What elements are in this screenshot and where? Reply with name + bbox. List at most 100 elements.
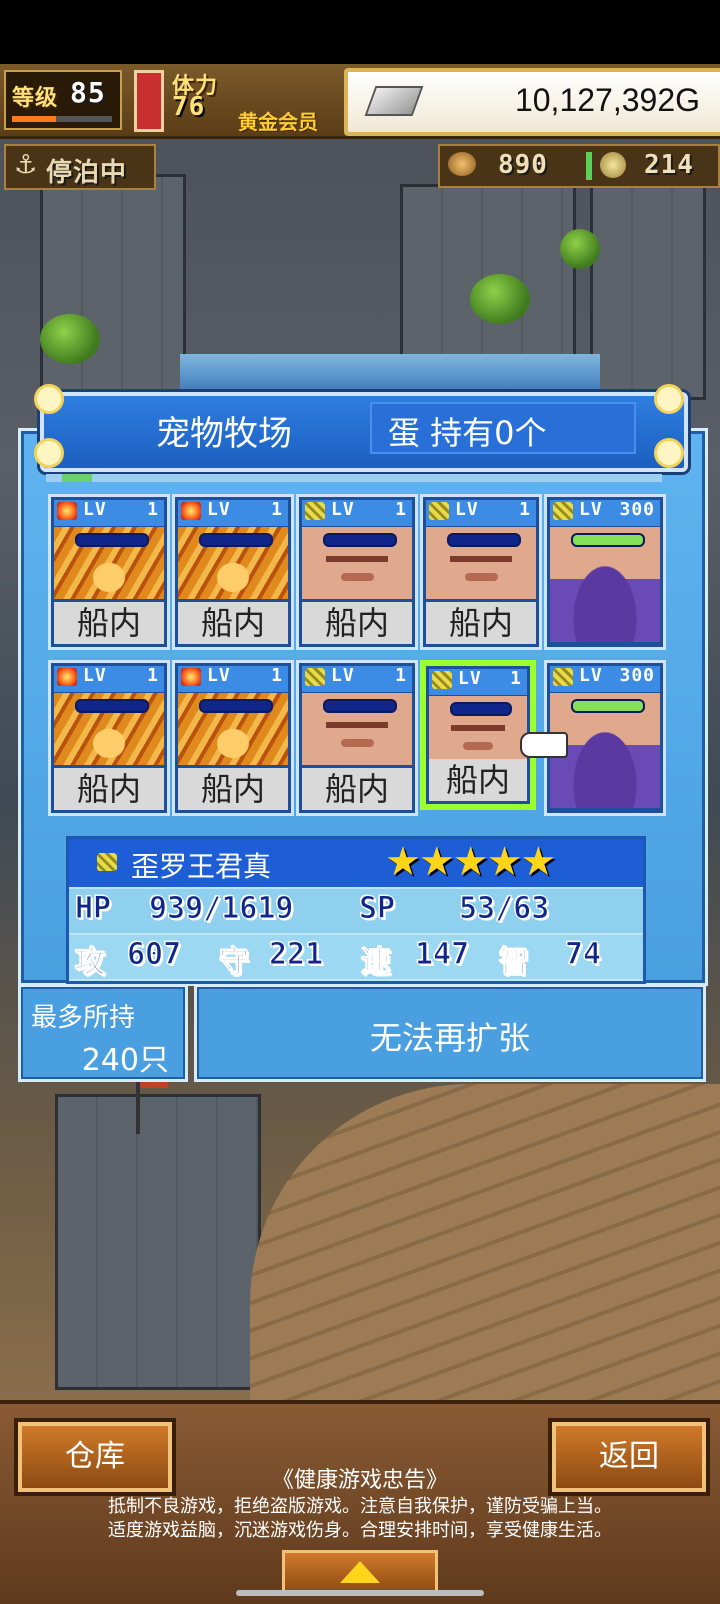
scroll-track[interactable] — [46, 474, 662, 482]
pet-slot[interactable]: LV 1 船内 — [296, 660, 418, 816]
sp-value: 53/63 — [458, 891, 550, 927]
int-label: 智 — [499, 945, 530, 981]
bush — [560, 229, 600, 269]
home-indicator — [236, 1590, 484, 1596]
fire-element-icon — [57, 668, 77, 686]
hp-sp-row: HP 939/1619 SP 53/63 — [69, 889, 643, 933]
spd-value: 147 — [414, 937, 470, 973]
panel-title: 宠物牧场 — [156, 414, 292, 454]
castle-tower — [55, 1094, 261, 1390]
pet-exp-bar — [450, 702, 512, 716]
rarity-stars: ★★★★★ — [385, 839, 556, 885]
health-notice-line2: 适度游戏益脑，沉迷游戏伤身。合理安排时间，享受健康生活。 — [108, 1520, 612, 1541]
health-notice-line1: 抵制不良游戏，拒绝盗版游戏。注意自我保护，谨防受骗上当。 — [108, 1496, 612, 1517]
resource-bar: 890 214 — [438, 144, 720, 188]
health-notice-title: 《健康游戏忠告》 — [271, 1468, 448, 1493]
top-hud: 等级 85 体力 76 黄金会员 10,127,392G — [0, 64, 720, 139]
silver-bar-icon — [364, 86, 424, 116]
moat-water — [180, 354, 600, 394]
status-text: 停泊中 — [46, 158, 128, 188]
pet-slot[interactable]: LV 1 船内 — [48, 494, 170, 650]
pet-stats-panel: 歪罗王君真 ★★★★★ HP 939/1619 SP 53/63 攻 607 守… — [66, 836, 646, 984]
pet-level-label: LV — [331, 665, 355, 686]
corner-ornament — [654, 384, 684, 414]
exp-bar-fill — [12, 116, 56, 122]
pet-name-row: 歪罗王君真 ★★★★★ — [69, 839, 643, 887]
egg-count: 蛋 持有0个 — [388, 414, 547, 452]
anchor-icon: ⚓ — [14, 150, 38, 180]
pet-level-value: 300 — [619, 499, 655, 520]
def-value: 221 — [268, 937, 324, 973]
pet-level-label: LV — [455, 499, 479, 520]
pet-exp-bar — [571, 533, 645, 547]
pet-level-label: LV — [458, 668, 482, 689]
pet-level-value: 1 — [271, 665, 283, 686]
expand-button-label: 无法再扩张 — [369, 1019, 530, 1057]
expand-button[interactable]: 无法再扩张 — [194, 984, 706, 1082]
pet-location: 船内 — [54, 602, 164, 644]
panel-titlebar: 宠物牧场 蛋 持有0个 — [40, 392, 688, 472]
pet-exp-bar — [323, 533, 397, 547]
pet-level-value: 1 — [519, 499, 531, 520]
max-capacity-label: 最多所持 — [31, 1003, 136, 1033]
atk-label: 攻 — [75, 945, 106, 981]
pet-level-value: 300 — [619, 665, 655, 686]
castle-tower — [590, 154, 706, 400]
pet-slot[interactable]: LV 1 船内 — [420, 660, 536, 810]
max-capacity-box: 最多所持 240只 — [18, 984, 188, 1082]
separator — [586, 152, 592, 180]
exp-bar — [12, 116, 112, 122]
up-arrow-icon — [340, 1561, 380, 1583]
castle-tower — [40, 174, 186, 400]
pet-name: 歪罗王君真 — [131, 850, 272, 883]
pet-exp-bar — [75, 533, 149, 547]
resource1-value: 890 — [498, 150, 548, 180]
earth-element-icon — [432, 671, 452, 689]
stamina-value: 76 — [172, 92, 206, 122]
coin-icon — [600, 152, 626, 178]
expand-menu-button[interactable] — [282, 1550, 438, 1593]
level-box: 等级 85 — [4, 70, 122, 130]
pet-level-value: 1 — [271, 499, 283, 520]
pet-location: 船内 — [54, 768, 164, 810]
gold-amount: 10,127,392G — [514, 82, 700, 118]
pet-location: 船内 — [178, 768, 288, 810]
pet-level-label: LV — [83, 665, 107, 686]
corner-ornament — [34, 438, 64, 468]
membership-label: 黄金会员 — [238, 110, 318, 134]
pet-slot[interactable]: LV 1 船内 — [172, 494, 294, 650]
pet-location: 船内 — [178, 602, 288, 644]
scroll-thumb[interactable] — [62, 474, 92, 482]
pet-slot[interactable]: LV 1 船内 — [420, 494, 542, 650]
pet-level-label: LV — [207, 665, 231, 686]
resource2-value: 214 — [644, 150, 694, 180]
pet-level-value: 1 — [395, 665, 407, 686]
pet-level-label: LV — [207, 499, 231, 520]
earth-element-icon — [97, 853, 117, 871]
egg-count-box: 蛋 持有0个 — [370, 402, 636, 454]
fire-element-icon — [57, 502, 77, 520]
stamina-gauge — [134, 70, 164, 132]
pet-level-label: LV — [83, 499, 107, 520]
pet-location: 船内 — [302, 602, 412, 644]
hp-value: 939/1619 — [149, 891, 294, 927]
pointer-hand-icon — [520, 732, 568, 758]
atk-value: 607 — [126, 937, 182, 973]
earth-element-icon — [305, 502, 325, 520]
pet-slot[interactable]: LV 300 — [544, 494, 666, 650]
hp-label: HP — [74, 891, 112, 927]
pet-exp-bar — [75, 699, 149, 713]
earth-element-icon — [429, 502, 449, 520]
pet-level-label: LV — [579, 665, 603, 686]
spd-label: 速 — [361, 945, 392, 981]
pet-exp-bar — [447, 533, 521, 547]
def-label: 守 — [219, 945, 250, 981]
pet-exp-bar — [199, 533, 273, 547]
pet-level-value: 1 — [147, 499, 159, 520]
pet-slot[interactable]: LV 1 船内 — [48, 660, 170, 816]
pet-slot[interactable]: LV 1 船内 — [296, 494, 418, 650]
pet-exp-bar — [571, 699, 645, 713]
pet-level-value: 1 — [147, 665, 159, 686]
max-capacity-value: 240只 — [81, 1043, 169, 1078]
pet-slot[interactable]: LV 1 船内 — [172, 660, 294, 816]
